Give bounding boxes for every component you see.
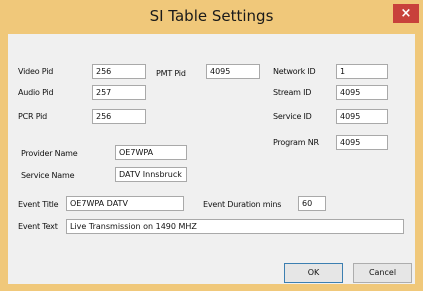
event-duration-field[interactable]: 60 xyxy=(298,196,326,211)
audio-pid-label: Audio Pid xyxy=(18,88,54,97)
pcr-pid-label: PCR Pid xyxy=(18,112,48,121)
window-title: SI Table Settings xyxy=(149,7,274,25)
audio-pid-field[interactable]: 257 xyxy=(92,85,146,100)
service-id-field[interactable]: 4095 xyxy=(336,109,388,124)
pcr-pid-field[interactable]: 256 xyxy=(92,109,146,124)
provider-name-label: Provider Name xyxy=(21,149,78,158)
network-id-field[interactable]: 1 xyxy=(336,64,388,79)
close-icon[interactable]: × xyxy=(393,4,419,23)
video-pid-label: Video Pid xyxy=(18,67,54,76)
stream-id-label: Stream ID xyxy=(273,88,312,97)
network-id-label: Network ID xyxy=(273,67,316,76)
service-id-label: Service ID xyxy=(273,112,312,121)
stream-id-field[interactable]: 4095 xyxy=(336,85,388,100)
video-pid-field[interactable]: 256 xyxy=(92,64,146,79)
event-duration-label: Event Duration mins xyxy=(203,200,282,209)
event-text-field[interactable]: Live Transmission on 1490 MHZ xyxy=(66,219,404,234)
event-title-label: Event Title xyxy=(18,200,59,209)
cancel-button[interactable]: Cancel xyxy=(353,263,412,283)
event-text-label: Event Text xyxy=(18,222,58,231)
service-name-label: Service Name xyxy=(21,171,75,180)
program-nr-field[interactable]: 4095 xyxy=(336,135,388,150)
program-nr-label: Program NR xyxy=(273,138,319,147)
pmt-pid-label: PMT Pid xyxy=(156,69,186,78)
dialog-body: Video Pid 256 Audio Pid 257 PCR Pid 256 … xyxy=(8,34,415,284)
dialog-window: SI Table Settings × Video Pid 256 Audio … xyxy=(0,0,423,291)
pmt-pid-field[interactable]: 4095 xyxy=(206,64,260,79)
provider-name-field[interactable]: OE7WPA xyxy=(115,145,187,160)
event-title-field[interactable]: OE7WPA DATV xyxy=(66,196,184,211)
title-bar[interactable]: SI Table Settings × xyxy=(0,0,423,34)
service-name-field[interactable]: DATV Innsbruck xyxy=(115,167,187,182)
ok-button[interactable]: OK xyxy=(284,263,343,283)
